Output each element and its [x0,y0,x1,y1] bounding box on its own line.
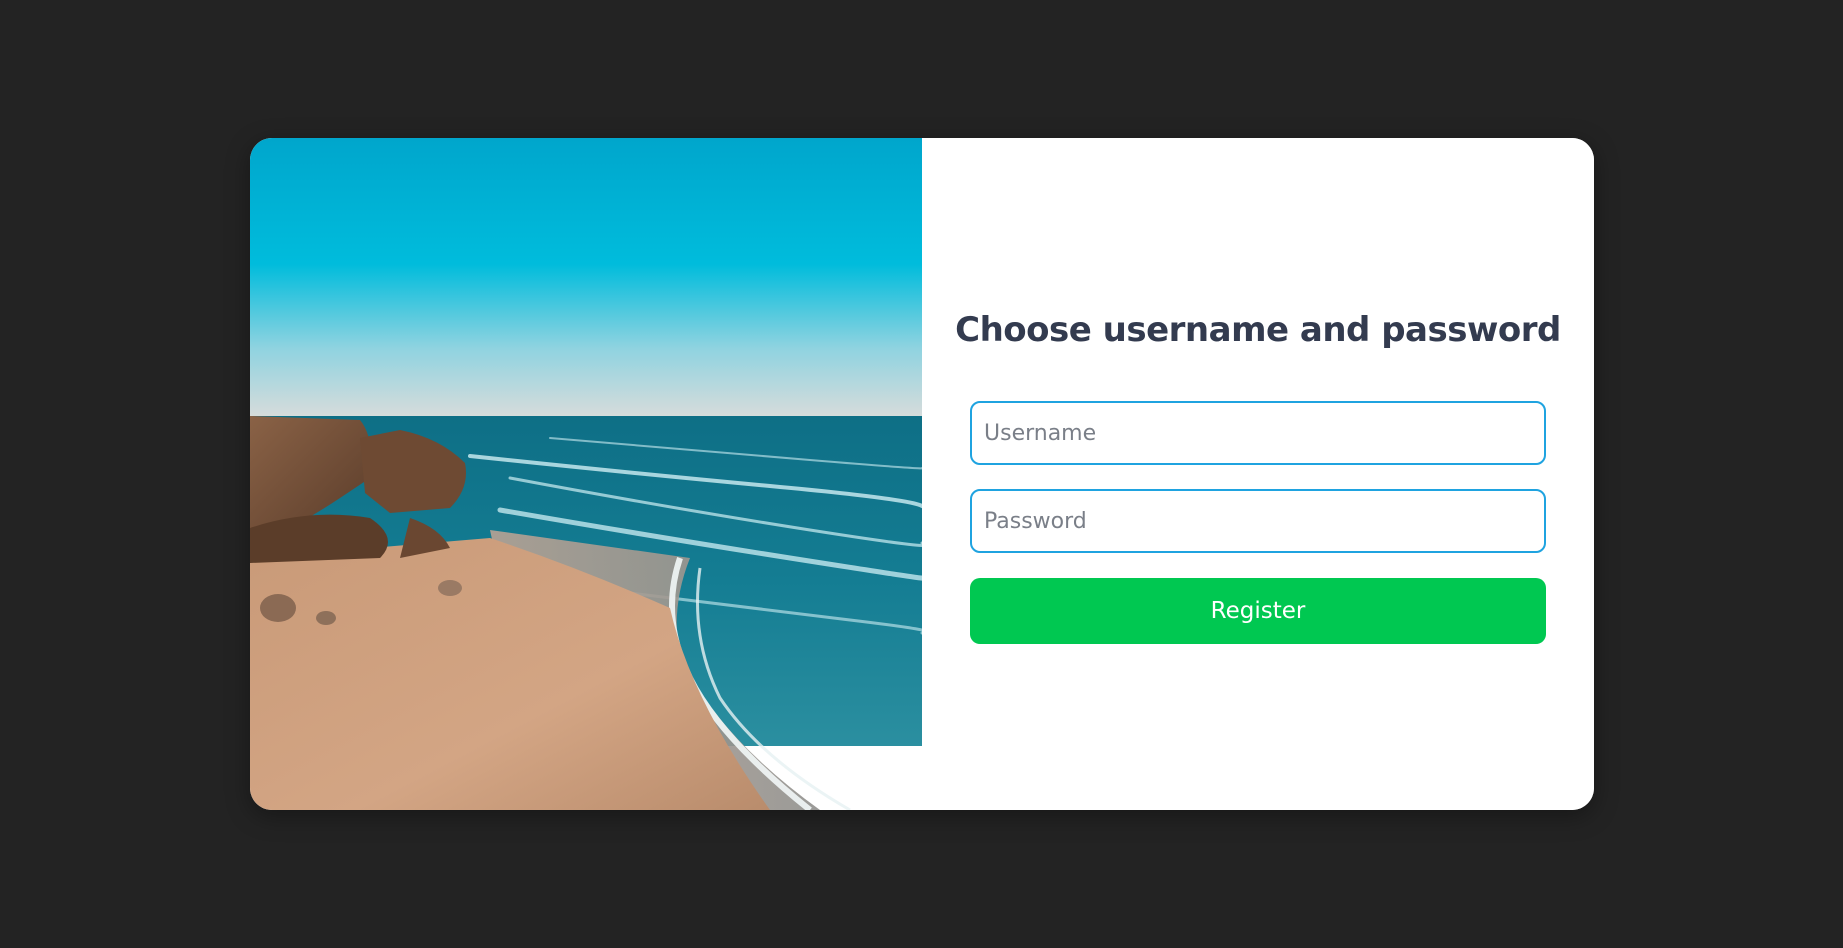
register-card: Choose username and password Register [250,138,1594,810]
password-input[interactable] [970,489,1546,553]
beach-photo [250,138,922,810]
register-button[interactable]: Register [970,578,1546,644]
register-form: Choose username and password Register [922,138,1594,810]
username-input[interactable] [970,401,1546,465]
form-title: Choose username and password [955,310,1561,350]
